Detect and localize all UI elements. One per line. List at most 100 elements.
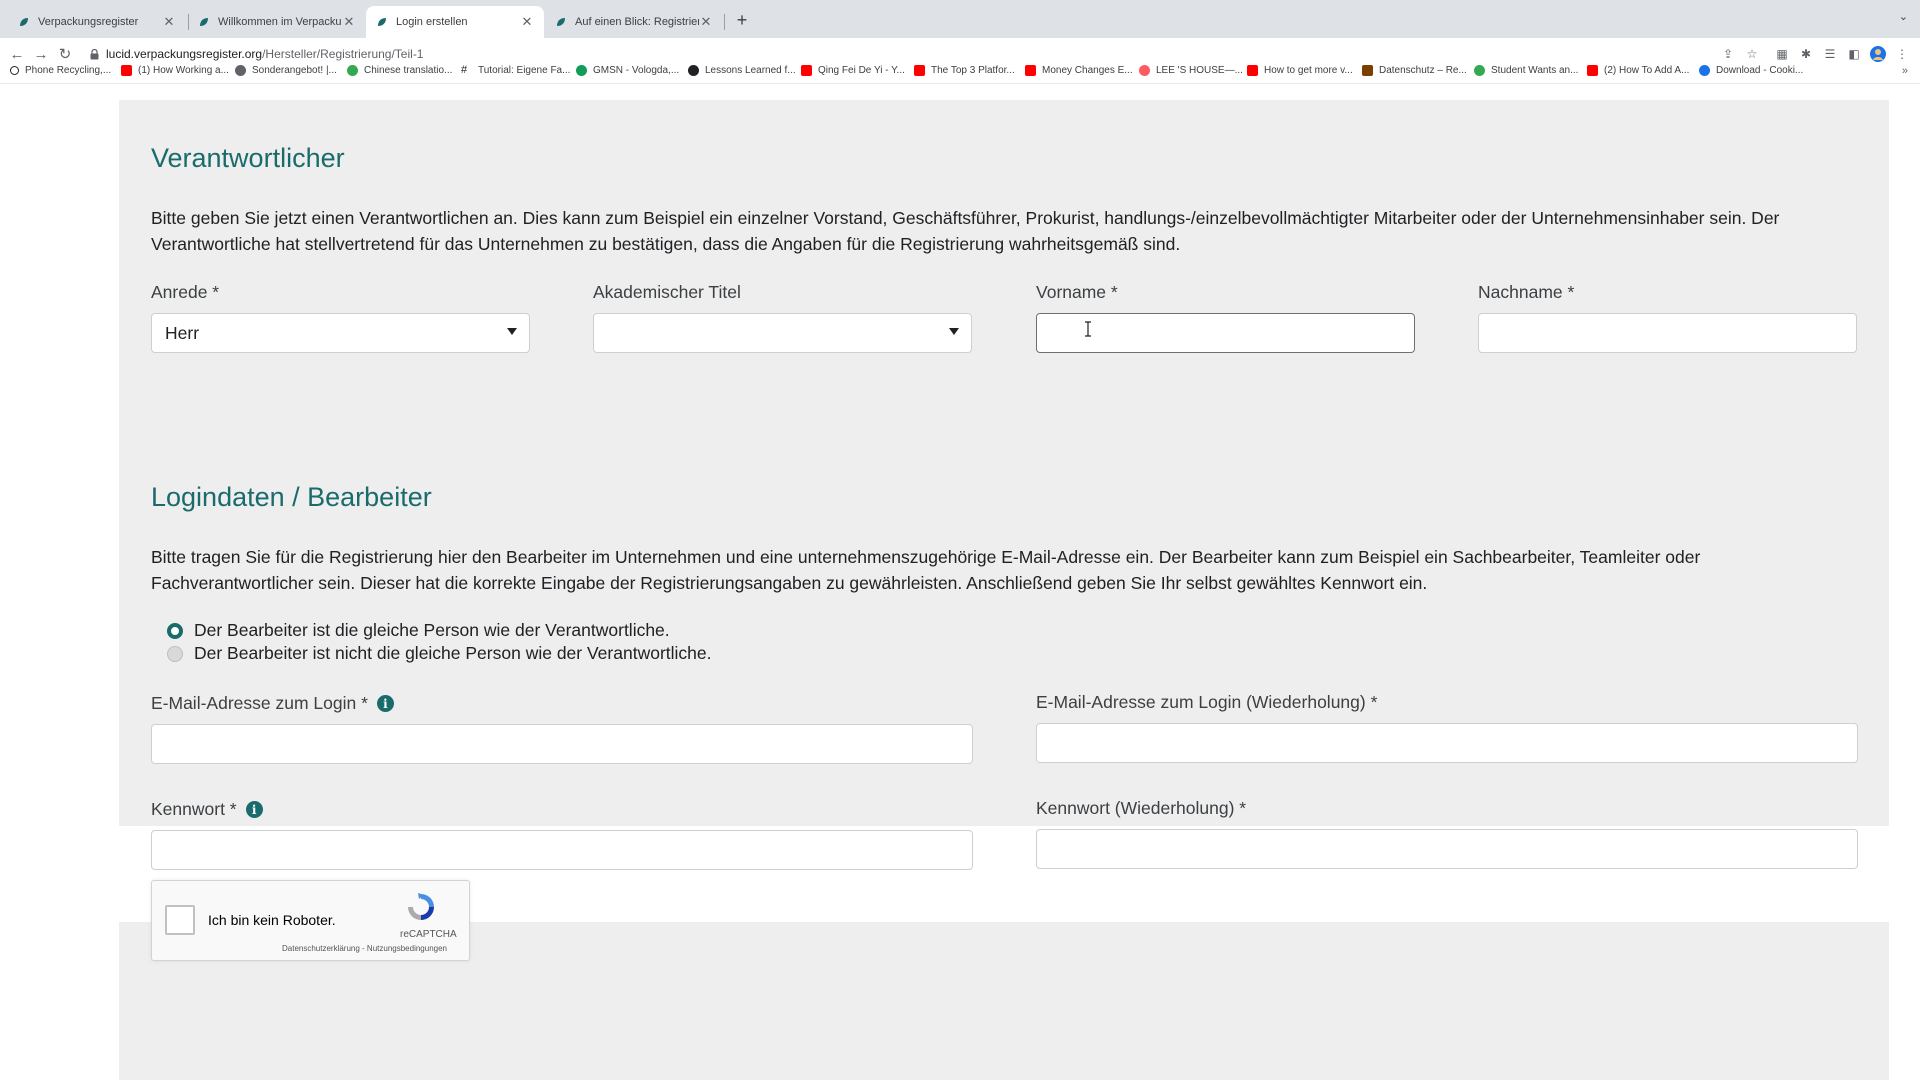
- bookmark-item[interactable]: Phone Recycling,...: [10, 65, 111, 76]
- close-tab-icon[interactable]: ✕: [699, 14, 713, 30]
- bookmark-item[interactable]: Money Changes E...: [1025, 65, 1133, 76]
- site-icon: [576, 65, 587, 76]
- radio-checked-icon[interactable]: [167, 622, 183, 639]
- bookmark-item[interactable]: Sonderangebot! |...: [235, 65, 337, 76]
- tab-title: Willkommen im Verpackungsre: [218, 16, 342, 28]
- lock-icon[interactable]: [90, 49, 99, 60]
- email-login-label: E-Mail-Adresse zum Login * i: [151, 693, 394, 714]
- bookmark-item[interactable]: Qing Fei De Yi - Y...: [801, 65, 905, 76]
- bookmark-label: LEE 'S HOUSE—...: [1156, 65, 1243, 76]
- text-cursor-icon: [1085, 321, 1091, 337]
- leaf-favicon-icon: [557, 18, 565, 26]
- airbnb-icon: [1139, 65, 1150, 76]
- bookmark-item[interactable]: Student Wants an...: [1474, 65, 1578, 76]
- close-tab-icon[interactable]: ✕: [162, 14, 176, 30]
- close-tab-icon[interactable]: ✕: [342, 14, 356, 30]
- email-login-input[interactable]: [151, 724, 973, 764]
- info-icon[interactable]: i: [376, 695, 394, 712]
- youtube-icon: [121, 65, 132, 76]
- close-tab-icon[interactable]: ✕: [520, 14, 534, 30]
- password-repeat-input[interactable]: [1036, 829, 1858, 869]
- radio-option-same-person[interactable]: Der Bearbeiter ist die gleiche Person wi…: [167, 620, 670, 641]
- menu-kebab-icon[interactable]: ⋮: [1894, 46, 1910, 62]
- recaptcha-widget: Ich bin kein Roboter. reCAPTCHA Datensch…: [151, 880, 470, 961]
- label-text: E-Mail-Adresse zum Login *: [151, 693, 368, 713]
- puzzle-extensions-icon[interactable]: ✱: [1798, 46, 1814, 62]
- lastname-input[interactable]: [1478, 313, 1857, 353]
- browser-tab-auf-einen-blick[interactable]: Auf einen Blick: Registrierung ✕: [545, 6, 723, 38]
- bookmark-item[interactable]: (1) How Working a...: [121, 65, 229, 76]
- bookmark-item[interactable]: LEE 'S HOUSE—...: [1139, 65, 1243, 76]
- salutation-select[interactable]: Herr: [151, 313, 530, 353]
- recaptcha-checkbox[interactable]: [165, 905, 195, 935]
- firstname-label: Vorname *: [1036, 282, 1118, 303]
- lastname-label: Nachname *: [1478, 282, 1574, 303]
- label-text: Akademischer Titel: [593, 282, 741, 302]
- bookmark-label: Sonderangebot! |...: [252, 65, 337, 76]
- salutation-selected-value: Herr: [165, 322, 200, 343]
- bookmark-label: Qing Fei De Yi - Y...: [818, 65, 905, 76]
- tab-title: Auf einen Blick: Registrierung: [575, 16, 699, 28]
- youtube-icon: [1025, 65, 1036, 76]
- bookmark-label: (1) How Working a...: [138, 65, 229, 76]
- leaf-favicon-icon: [200, 18, 208, 26]
- bookmark-item[interactable]: The Top 3 Platfor...: [914, 65, 1015, 76]
- label-text: Kennwort *: [151, 799, 237, 819]
- tab-search-chevron-icon[interactable]: ⌄: [1899, 10, 1908, 23]
- hashtag-icon: #: [461, 64, 468, 76]
- address-bar[interactable]: lucid.verpackungsregister.org/Hersteller…: [106, 47, 423, 61]
- password-label: Kennwort * i: [151, 799, 263, 820]
- firstname-input[interactable]: [1036, 313, 1415, 353]
- site-icon: [688, 65, 699, 76]
- email-login-repeat-input[interactable]: [1036, 723, 1858, 763]
- tab-separator: [724, 14, 725, 30]
- radio-option-different-person[interactable]: Der Bearbeiter ist nicht die gleiche Per…: [167, 643, 711, 664]
- new-tab-plus-icon[interactable]: +: [732, 10, 752, 31]
- radio-label: Der Bearbeiter ist nicht die gleiche Per…: [194, 643, 712, 663]
- label-text: Anrede *: [151, 282, 220, 302]
- share-icon[interactable]: ⇪: [1720, 46, 1736, 62]
- section-intro-responsible: Bitte geben Sie jetzt einen Verantwortli…: [151, 208, 1780, 254]
- recaptcha-label: Ich bin kein Roboter.: [208, 912, 336, 928]
- tab-title: Verpackungsregister: [38, 16, 139, 28]
- info-icon[interactable]: i: [245, 801, 263, 818]
- side-panel-icon[interactable]: ◧: [1846, 46, 1862, 62]
- label-text: Nachname *: [1478, 282, 1575, 302]
- browser-tab-willkommen[interactable]: Willkommen im Verpackungsre ✕: [188, 6, 366, 38]
- bookmark-label: Download - Cooki...: [1716, 65, 1804, 76]
- bookmark-label: Lessons Learned f...: [705, 65, 796, 76]
- bookmark-item[interactable]: Datenschutz – Re...: [1362, 65, 1467, 76]
- search-icon: [10, 66, 19, 75]
- bookmark-item[interactable]: Download - Cooki...: [1699, 65, 1803, 76]
- bookmark-item[interactable]: Chinese translatio...: [347, 65, 452, 76]
- browser-tabstrip: Verpackungsregister ✕ Willkommen im Verp…: [0, 0, 1920, 38]
- bookmark-label: Phone Recycling,...: [25, 65, 112, 76]
- bookmark-label: GMSN - Vologda,...: [593, 65, 680, 76]
- recaptcha-brand: reCAPTCHA: [400, 929, 457, 940]
- bookmark-item[interactable]: # Tutorial: Eigene Fa...: [461, 64, 570, 77]
- bookmark-item[interactable]: (2) How To Add A...: [1587, 65, 1689, 76]
- academic-title-select[interactable]: [593, 313, 972, 353]
- section-responsible-panel: [119, 100, 1889, 443]
- browser-tab-verpackungsregister[interactable]: Verpackungsregister ✕: [8, 6, 186, 38]
- bookmark-item[interactable]: GMSN - Vologda,...: [576, 65, 679, 76]
- reading-list-icon[interactable]: ☰: [1822, 46, 1838, 62]
- dropdown-caret-icon: [507, 328, 517, 335]
- browser-tab-login-erstellen[interactable]: Login erstellen ✕: [366, 6, 544, 38]
- radio-unchecked-icon[interactable]: [167, 645, 183, 662]
- password-input[interactable]: [151, 830, 973, 870]
- bookmark-label: (2) How To Add A...: [1604, 65, 1690, 76]
- bookmark-item[interactable]: How to get more v...: [1247, 65, 1353, 76]
- url-path: /Hersteller/Registrierung/Teil-1: [262, 47, 424, 61]
- extension-icon[interactable]: ▦: [1774, 46, 1790, 62]
- bookmark-item[interactable]: Lessons Learned f...: [688, 65, 796, 76]
- bookmark-star-icon[interactable]: ☆: [1744, 46, 1760, 62]
- bookmark-label: How to get more v...: [1264, 65, 1353, 76]
- site-icon: [347, 65, 358, 76]
- bookmarks-bar: Phone Recycling,... (1) How Working a...…: [0, 62, 1920, 84]
- site-icon: [1362, 65, 1373, 76]
- profile-avatar-icon[interactable]: [1870, 46, 1886, 62]
- recaptcha-links[interactable]: Datenschutzerklärung - Nutzungsbedingung…: [282, 944, 447, 953]
- more-bookmarks-chevron-icon[interactable]: »: [1902, 65, 1908, 77]
- leaf-favicon-icon: [378, 18, 386, 26]
